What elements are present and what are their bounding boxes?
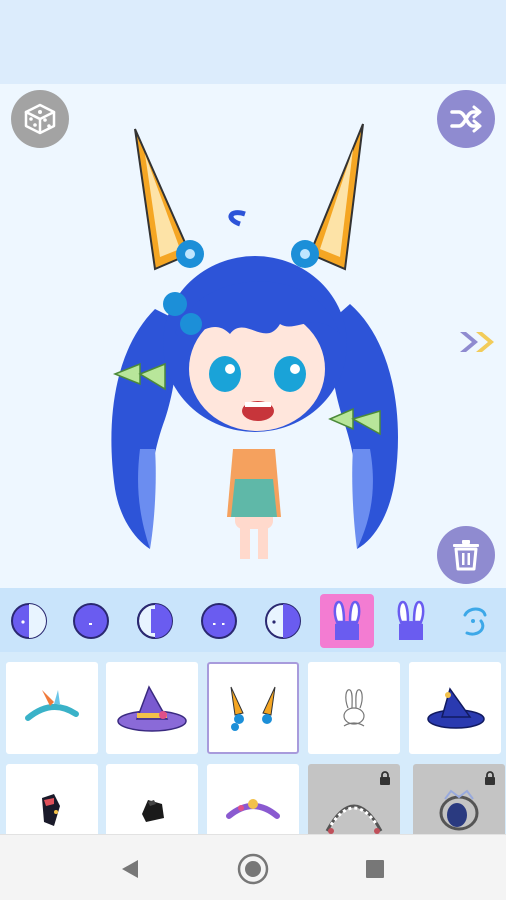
- lock-icon: [380, 771, 390, 785]
- item-lace-headband-locked[interactable]: [308, 764, 400, 834]
- witch-hat-purple-icon: [117, 685, 187, 732]
- skin-tone-4-icon: [201, 603, 237, 639]
- item-witch-hat-purple[interactable]: [106, 662, 198, 754]
- chibi-character: [111, 123, 398, 559]
- fox-ears-icon: [230, 686, 276, 731]
- system-navigation-bar: [0, 834, 506, 900]
- feather-headband-icon: [25, 690, 79, 721]
- tab-skin-tone-1[interactable]: [2, 594, 56, 648]
- skin-tone-3-icon: [137, 603, 173, 639]
- tab-skin-tone-5[interactable]: [256, 594, 310, 648]
- home-circle-icon: [237, 853, 269, 885]
- bunny-sketch-icon: [343, 689, 365, 727]
- double-chevron-right-icon[interactable]: [456, 328, 500, 356]
- nav-recents-button[interactable]: [355, 849, 395, 889]
- skin-tone-1-icon: [11, 603, 47, 639]
- lace-headband-icon: [325, 804, 383, 834]
- delete-button[interactable]: [437, 526, 495, 584]
- skin-tone-2-icon: [73, 603, 109, 639]
- tab-bunny-ears[interactable]: [320, 594, 374, 648]
- star-bow-icon: [42, 794, 60, 826]
- small-hat-icon: [142, 800, 164, 822]
- tab-swirl[interactable]: [448, 594, 502, 648]
- tab-skin-tone-4[interactable]: [192, 594, 246, 648]
- tab-ears[interactable]: [384, 594, 438, 648]
- item-witch-hat-blue[interactable]: [409, 662, 501, 754]
- nav-back-button[interactable]: [110, 849, 150, 889]
- random-dice-button[interactable]: [11, 90, 69, 148]
- skin-tone-5-icon: [265, 603, 301, 639]
- shuffle-button[interactable]: [437, 90, 495, 148]
- nav-home-button[interactable]: [233, 849, 273, 889]
- recents-square-icon: [366, 860, 384, 878]
- witch-hat-blue-icon: [427, 687, 485, 729]
- item-purple-headband[interactable]: [207, 764, 299, 834]
- swirl-icon: [463, 607, 487, 636]
- item-fox-ears[interactable]: [207, 662, 299, 754]
- bunny-ears-icon: [333, 600, 361, 640]
- tab-skin-tone-3[interactable]: [128, 594, 182, 648]
- item-crown-headpiece-locked[interactable]: [413, 764, 505, 834]
- tab-skin-tone-2[interactable]: [64, 594, 118, 648]
- crown-headpiece-icon: [439, 789, 479, 831]
- back-triangle-icon: [122, 860, 138, 878]
- item-small-hat[interactable]: [106, 764, 198, 834]
- item-feather-headband[interactable]: [6, 662, 98, 754]
- item-bunny-sketch[interactable]: [308, 662, 400, 754]
- shuffle-icon: [450, 105, 482, 133]
- lock-icon: [485, 771, 495, 785]
- trash-icon: [453, 540, 479, 571]
- purple-headband-icon: [226, 799, 280, 819]
- item-star-bow[interactable]: [6, 764, 98, 834]
- item-grid: [0, 652, 506, 834]
- top-banner: [0, 0, 506, 84]
- ears-icon: [397, 600, 425, 640]
- character-stage: [0, 84, 506, 588]
- dice-icon: [24, 103, 56, 135]
- category-tab-bar: [0, 588, 506, 652]
